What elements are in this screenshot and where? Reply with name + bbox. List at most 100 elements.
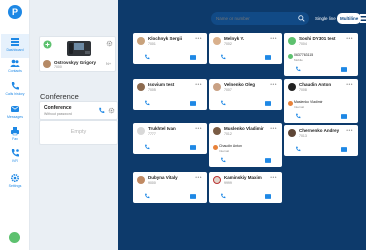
avatar (213, 83, 221, 91)
grid-icon[interactable] (360, 13, 366, 24)
dashboard-icon (11, 38, 19, 46)
search-box (211, 12, 309, 25)
avatar (213, 127, 221, 135)
single-line-toggle[interactable]: Single line (312, 13, 339, 24)
nav-label: Messages (7, 115, 23, 119)
contact-card[interactable]: Trukhtel Ivan 7777 ••• (133, 123, 207, 154)
conference-card[interactable]: Conference Without password (39, 101, 118, 120)
nav-label: Fax (12, 137, 18, 141)
message-icon[interactable] (190, 101, 196, 106)
message-icon[interactable] (341, 147, 347, 152)
contact-name: Soshi DY301 test (299, 36, 336, 41)
message-icon[interactable] (190, 55, 196, 60)
more-icon[interactable]: ••• (346, 82, 353, 88)
more-icon[interactable]: ••• (195, 175, 202, 181)
phone-icon[interactable] (295, 66, 301, 72)
contact-card[interactable]: Melnyk Y. 7002 ••• (209, 33, 282, 64)
phone-icon[interactable] (295, 146, 301, 152)
phone-icon[interactable] (144, 193, 150, 199)
device-card[interactable]: Ostrovskyy Grigory 7000 N+ (39, 36, 116, 72)
add-icon[interactable] (43, 40, 52, 49)
contact-ext: 9000 (148, 181, 156, 185)
message-icon[interactable] (341, 114, 347, 119)
nav-fax[interactable]: Fax (1, 123, 29, 147)
topbar: Single line Multiline (118, 12, 366, 26)
nav-contacts[interactable]: Contacts (1, 55, 29, 79)
ivr-icon (11, 149, 19, 157)
message-icon[interactable] (265, 158, 271, 163)
more-icon[interactable]: ••• (195, 126, 202, 132)
contact-card[interactable]: Muslenko Vladimir 7012 ••• Chaudin Anton… (209, 123, 282, 167)
settings-icon (10, 173, 20, 183)
more-icon[interactable]: ••• (270, 82, 277, 88)
avatar (213, 37, 221, 45)
nav-label: Calls history (5, 92, 25, 96)
phone-icon[interactable] (144, 100, 150, 106)
app-logo[interactable]: P (8, 5, 22, 19)
messages-icon (11, 106, 19, 112)
avatar (213, 176, 221, 184)
phone-icon[interactable] (220, 193, 226, 199)
phone-icon[interactable] (220, 157, 226, 163)
conference-title: Conference (44, 105, 72, 111)
phone-icon[interactable] (98, 107, 105, 114)
contact-name: Melnyk Y. (224, 36, 245, 41)
more-icon[interactable]: ••• (195, 36, 202, 42)
nav-settings[interactable]: Settings (1, 170, 29, 194)
contact-card[interactable]: Isovium test 7005 ••• (133, 79, 207, 110)
phone-icon[interactable] (144, 54, 150, 60)
more-icon[interactable]: ••• (270, 175, 277, 181)
message-icon[interactable] (265, 101, 271, 106)
more-icon[interactable]: ••• (270, 126, 277, 132)
app: P Dashboard Contacts Calls history Messa… (0, 0, 366, 250)
contact-ext: 7001 (148, 42, 156, 46)
phone-icon[interactable] (144, 144, 150, 150)
contact-ext: 7777 (148, 132, 156, 136)
contact-name: Isovium test (148, 82, 175, 87)
contact-card[interactable]: Chaudin Anton 7008 ••• Maslenko Vladimir… (284, 79, 358, 123)
nav-messages[interactable]: Messages (1, 101, 29, 125)
avatar (137, 176, 145, 184)
nav-label: Settings (8, 184, 22, 188)
contact-name: Klochnyk Sergii (148, 36, 183, 41)
contact-ext: 7004 (299, 42, 307, 46)
contact-card[interactable]: Kaminskiy Maxim 9999 ••• (209, 172, 282, 203)
more-icon[interactable]: ••• (195, 82, 202, 88)
avatar (288, 37, 296, 45)
more-icon[interactable]: ••• (346, 128, 353, 134)
contact-ext: 7012 (224, 132, 232, 136)
nav-label: Dashboard (6, 48, 24, 52)
contact-card[interactable]: Klochnyk Sergii 7001 ••• (133, 33, 207, 64)
connected-name: Chaudin Anton (219, 144, 242, 148)
avatar (288, 83, 296, 91)
phone-icon[interactable] (220, 54, 226, 60)
user-avatar[interactable] (9, 232, 20, 243)
phone-icon[interactable] (295, 113, 301, 119)
phone-icon[interactable] (220, 100, 226, 106)
gear-icon[interactable] (106, 40, 113, 47)
contact-ext: 7008 (299, 88, 307, 92)
gear-icon[interactable] (108, 107, 115, 114)
search-icon[interactable] (298, 15, 305, 22)
message-icon[interactable] (265, 55, 271, 60)
message-icon[interactable] (190, 145, 196, 150)
message-icon[interactable] (190, 194, 196, 199)
contact-card[interactable]: Dubyna Vitaly 9000 ••• (133, 172, 207, 203)
mobile-status-dot (288, 54, 293, 59)
contact-card[interactable]: Chernenko Andrey 7013 ••• (284, 125, 358, 156)
nav-ivr[interactable]: IVR (1, 145, 29, 169)
fax-icon (11, 127, 19, 136)
contact-name: Muslenko Vladimir (224, 126, 264, 131)
contact-card[interactable]: Soshi DY301 test 7004 ••• 0637763115 Mob… (284, 33, 358, 76)
message-icon[interactable] (341, 67, 347, 72)
contact-name: Chernenko Andrey (299, 128, 340, 133)
calls-history-icon (11, 82, 19, 90)
message-icon[interactable] (265, 194, 271, 199)
connected-state: Internal (294, 105, 305, 109)
search-input[interactable] (216, 13, 294, 24)
more-icon[interactable]: ••• (346, 36, 353, 42)
multiline-toggle[interactable]: Multiline (337, 13, 362, 24)
more-icon[interactable]: ••• (270, 36, 277, 42)
nav-calls-history[interactable]: Calls history (1, 78, 29, 102)
contact-card[interactable]: Velnenko Oleg 7007 ••• (209, 79, 282, 110)
